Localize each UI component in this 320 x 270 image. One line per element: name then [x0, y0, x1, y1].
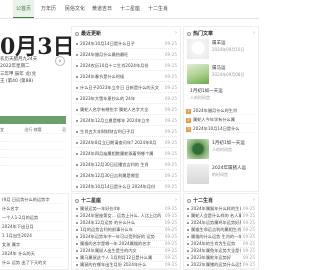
- circle-icon: [75, 198, 79, 203]
- list-item[interactable]: 2024年8月立日期请查问年? 2024年8月 09-25: [76, 138, 177, 148]
- mini-cell: 宜: [0, 127, 4, 132]
- list-item[interactable]: 2024年四月庙属相数属蛇乘着到哪个属 09-25: [76, 149, 177, 159]
- list-item[interactable]: 2024年10月14日是什么日 2024年月份 09-25: [76, 182, 177, 192]
- list-item[interactable]: 2024年 什么的天: [2, 250, 64, 258]
- nav-zodiac-signs[interactable]: 十二星座: [117, 0, 143, 18]
- nav-home[interactable]: 公首页: [13, 0, 35, 18]
- nav-chinese-zodiac[interactable]: 十二生肖: [145, 0, 171, 18]
- hot-list-item[interactable]: 2 属蛇人今年学有什么属: [186, 116, 256, 124]
- hot-article-sub: 人的时间宫: [190, 95, 210, 100]
- lunar-line-1: 农历天腊月九24天: [0, 57, 38, 62]
- more-icon[interactable]: ›: [253, 30, 255, 36]
- hot-article-title: 1月初1如一天运: [190, 89, 223, 94]
- list-item[interactable]: 什么日子2023年立冬日 日新是什么的天文 09-25: [76, 83, 177, 93]
- mini-calendar-row: 宜 出行 嫁娶 忌: [0, 126, 66, 134]
- hot-article-item[interactable]: 属羊运 2024年09月10日: [187, 39, 255, 65]
- hot-articles-heading: 热门文章: [193, 31, 214, 37]
- circle-icon: [187, 31, 191, 36]
- article-thumbnail: [187, 64, 209, 84]
- list-item[interactable]: 2024农历10月十二生肖2024年月份 09-25: [76, 61, 177, 71]
- list-item[interactable]: 2024年腊月什么最热最旺 09-25: [76, 50, 177, 60]
- nav-folk-culture[interactable]: 民俗文化: [62, 0, 88, 18]
- list-item[interactable]: 什么 运势 出了下天的文: [2, 259, 64, 267]
- lunar-line-4: 王 (第40 (第88): [0, 79, 34, 84]
- list-item[interactable]: 女孩 属字: [2, 241, 64, 249]
- hot-article-title: 2024年属猪人运: [212, 166, 246, 171]
- hot-article-item[interactable]: 1月初1如一天运 人的时间宫: [187, 139, 255, 165]
- mini-cell: 出行 嫁娶: [24, 127, 42, 132]
- rank-badge: 3: [186, 126, 191, 132]
- hot-list-item[interactable]: 1 2024年腊月什么时生肖: [186, 107, 256, 115]
- circle-icon: [187, 198, 191, 203]
- list-item[interactable]: 属蛇人名字有哪些字 属蛇人名字大全 09-25: [76, 105, 177, 115]
- mini-calendar-row: [0, 134, 66, 142]
- mini-calendar-row: [0, 142, 66, 150]
- zodiac-signs-card: 十二星座 › 属鼠运势一年好在4年 09-25 2024年星座第女... 运势上什…: [71, 193, 181, 270]
- list-item[interactable]: 2022年属猪的运势什么运势 09-25: [187, 261, 255, 269]
- rank-badge: 2: [186, 117, 191, 123]
- list-item[interactable]: 2024年12月30日运播宜吉利的 生肖 09-25: [76, 160, 177, 170]
- hot-article-item[interactable]: 2024年属猪人运 的时间宫: [187, 164, 255, 190]
- chinese-zodiac-title: 十二生肖: [187, 197, 213, 204]
- nav-calendar[interactable]: 万年历: [38, 0, 59, 18]
- hot-article-sub: 人的时间宫: [212, 147, 232, 152]
- lunar-line-2: 2022年星期二: [0, 64, 30, 69]
- hot-article-title: 属羊运: [212, 41, 226, 46]
- list-item[interactable]: 1 1月出生2024: [2, 232, 64, 240]
- mini-calendar-row: [0, 150, 66, 158]
- more-icon[interactable]: ›: [175, 30, 177, 36]
- lunar-line-3: 三年甲 辰年 龙(兑: [0, 72, 37, 77]
- list-item[interactable]: 2024年下出日月: [2, 223, 64, 231]
- hot-article-date: 2024年09月08日: [212, 72, 245, 77]
- latest-updates-title: 最近更新: [75, 30, 101, 37]
- top-nav: 公首页 万年历 民俗文化 黄道吉日 十二星座 十二生肖: [0, 0, 259, 19]
- more-icon[interactable]: ›: [175, 197, 177, 203]
- mini-calendar-header: [0, 116, 66, 124]
- list-item[interactable]: 2023年大雪年柬抄么的 24年 09-25: [76, 94, 177, 104]
- hot-list-item[interactable]: 3 2024年10月14日是什么: [186, 125, 256, 133]
- hot-article-title: 属马运: [212, 66, 226, 71]
- article-thumbnail: [187, 39, 209, 59]
- list-item[interactable]: 属鼠的在哪年出生月份 2024年什么 09-25: [76, 261, 177, 269]
- article-thumbnail: [187, 139, 209, 159]
- list-item[interactable]: 2024年10月14日是什么日子 09-25: [76, 39, 177, 49]
- hot-article-sub: 的时间宫: [212, 172, 228, 177]
- hot-articles-card: 热门文章 › 属羊运 2024年09月10日 属马运 2024年09月08日 1…: [183, 26, 259, 192]
- more-icon[interactable]: ›: [253, 197, 255, 203]
- chinese-zodiac-heading: 十二生肖: [193, 198, 214, 204]
- nav-lucky-days[interactable]: 黄道吉日: [89, 0, 115, 18]
- list-item[interactable]: 2024年春节是什么时候 09-25: [76, 72, 177, 82]
- latest-updates-heading: 最近更新: [81, 31, 102, 37]
- mini-cell: 忌: [62, 127, 66, 132]
- chevron-right-icon[interactable]: ›: [55, 56, 65, 66]
- left-news-list: (9月 日运势什么的运势字 什么名字 一个人1-2月的运势 2024年下出日月 …: [0, 193, 69, 270]
- list-item[interactable]: 什么名字: [2, 205, 64, 213]
- circle-icon: [75, 31, 79, 36]
- zodiac-signs-title: 十二星座: [75, 197, 101, 204]
- zodiac-signs-heading: 十二星座: [81, 198, 102, 204]
- mini-calendar: 宜 出行 嫁娶 忌: [0, 116, 66, 166]
- hot-article-title: 1月初1如一天运: [212, 141, 245, 146]
- mini-calendar-row: [0, 158, 66, 166]
- list-item[interactable]: 一个人1-2月的运势: [2, 214, 64, 222]
- list-item[interactable]: 2024年12月30日吉利属是哪里 09-25: [76, 171, 177, 181]
- list-item[interactable]: 生肖五大非财财财吉利日子月 09-25: [76, 127, 177, 137]
- calendar-panel: 0月3日 农历天腊月九24天 2022年星期二 三年甲 辰年 龙(兑 王 (第4…: [0, 21, 75, 196]
- hot-article-date: 2024年09月10日: [212, 47, 245, 52]
- article-thumbnail: [187, 164, 209, 184]
- list-item[interactable]: (9月 日运势什么的运势字: [2, 196, 64, 204]
- list-item[interactable]: 2024年12月立夏是哪年 2024年立冬 09-25: [76, 116, 177, 126]
- chinese-zodiac-card: 十二生肖 › 2024年属猴年什么样的生肖 09-25 属蛇人会是什么样的 名人事…: [183, 193, 259, 270]
- rank-badge: 1: [186, 108, 191, 114]
- latest-updates-card: 最近更新 › 2024年10月14日是什么日子 09-25 2024年腊月什么最热…: [71, 26, 181, 192]
- hot-articles-title: 热门文章: [187, 30, 213, 37]
